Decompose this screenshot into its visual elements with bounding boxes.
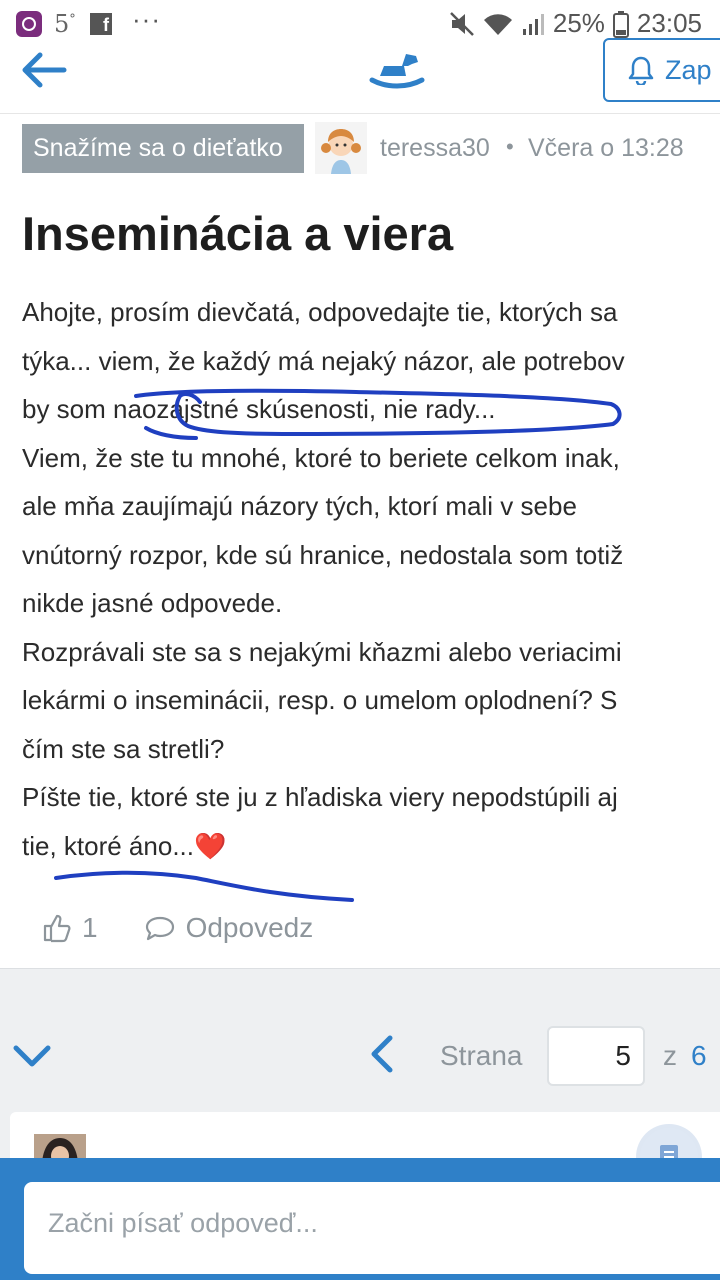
status-icons: 25% 23:05 xyxy=(449,8,702,39)
notify-button[interactable]: Zap xyxy=(603,38,720,102)
signal-icon xyxy=(522,13,544,35)
post-line: by som naozajstné skúsenosti, nie rady..… xyxy=(22,394,496,424)
post-line: nikde jasné odpovede. xyxy=(22,588,283,618)
battery-percent: 25% xyxy=(552,8,605,38)
reply-button[interactable]: Odpovedz xyxy=(144,912,314,944)
page-label: Strana xyxy=(440,1040,523,1071)
reply-label: Odpovedz xyxy=(185,912,314,943)
reply-input[interactable]: Začni písať odpoveď... xyxy=(24,1182,720,1274)
page-of-label: z xyxy=(663,1040,677,1071)
facebook-icon: f xyxy=(90,13,112,35)
app-notification-icon xyxy=(16,11,42,37)
mute-icon xyxy=(449,11,474,36)
post-line: čím ste sa stretli? xyxy=(22,733,225,764)
post-title: Inseminácia a viera xyxy=(22,207,454,260)
back-arrow-icon[interactable] xyxy=(20,50,70,90)
notify-label: Zap xyxy=(665,54,712,85)
post-line: tie, ktoré áno...❤️ xyxy=(22,830,227,861)
post-line: Ahojte, prosím dievčatá, odpovedajte tie… xyxy=(22,297,618,327)
post-line: Viem, že ste tu mnohé, ktoré to beriete … xyxy=(22,442,620,473)
chevron-left-icon[interactable] xyxy=(366,1034,398,1074)
meta-separator: • xyxy=(506,134,514,159)
post-line: týka... viem, že každý má nejaký názor, … xyxy=(22,345,625,376)
author-avatar[interactable] xyxy=(315,122,367,174)
post-body: Ahojte, prosím dievčatá, odpovedajte tie… xyxy=(22,288,720,870)
temperature-value: 5 xyxy=(54,10,70,38)
bell-icon xyxy=(628,56,654,85)
category-tag[interactable]: Snažíme sa o dieťatko xyxy=(22,124,304,173)
rocking-horse-icon[interactable] xyxy=(362,50,432,90)
temperature-unit: ° xyxy=(69,12,76,27)
app-header: Zap xyxy=(0,38,720,114)
page-total-link[interactable]: 6 xyxy=(691,1040,707,1072)
post-line: ale mňa zaujímajú názory tých, ktorí mal… xyxy=(22,491,577,521)
more-notifications-icon: ··· xyxy=(132,4,161,34)
chevron-down-icon[interactable] xyxy=(10,1040,54,1072)
post-timestamp: Včera o 13:28 xyxy=(528,134,684,162)
temperature-indicator: 5° xyxy=(54,10,76,38)
page-number-input[interactable]: 5 xyxy=(547,1026,645,1086)
post-actions: 1 Odpovedz xyxy=(42,906,313,950)
post-line: vnútorný rozpor, kde sú hranice, nedosta… xyxy=(22,539,624,570)
battery-icon xyxy=(612,10,629,38)
wifi-icon xyxy=(483,13,512,35)
post-line: lekármi o inseminácii, resp. o umelom op… xyxy=(22,685,618,715)
post-line: Rozprávali ste sa s nejakými kňazmi aleb… xyxy=(22,636,622,667)
post-line: Píšte tie, ktoré ste ju z hľadiska viery… xyxy=(22,782,618,812)
author-name[interactable]: teressa30 xyxy=(380,134,490,163)
thumbs-up-icon xyxy=(43,914,71,943)
like-button[interactable]: 1 xyxy=(42,912,98,944)
speech-bubble-icon xyxy=(145,916,174,941)
like-count: 1 xyxy=(82,912,98,943)
clock: 23:05 xyxy=(636,8,702,38)
